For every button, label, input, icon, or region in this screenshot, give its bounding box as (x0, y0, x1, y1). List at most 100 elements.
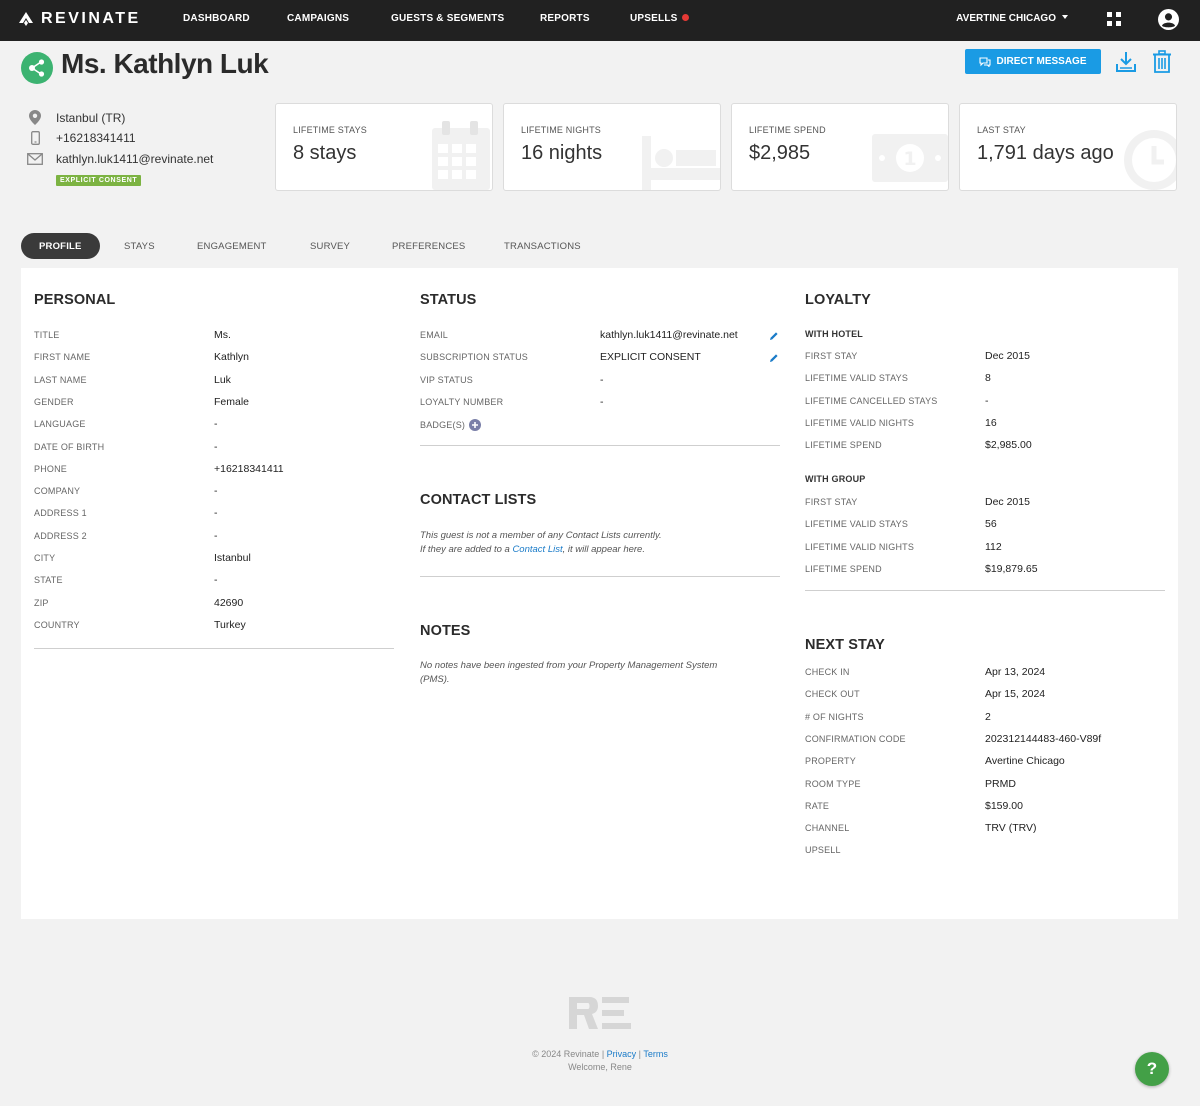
nav-upsells[interactable]: UPSELLS (630, 13, 689, 24)
guest-network-icon (21, 52, 53, 84)
notes-note-line2: (PMS). (420, 674, 450, 685)
consent-badge: EXPLICIT CONSENT (56, 175, 142, 186)
tab-stays[interactable]: STAYS (124, 233, 155, 259)
personal-field-value: Ms. (214, 329, 231, 341)
notes-note: No notes have been ingested from your Pr… (420, 659, 717, 687)
loyalty-hotel-field-label: LIFETIME CANCELLED STAYS (805, 395, 938, 406)
stat-label: LIFETIME SPEND (749, 125, 826, 135)
status-field-value: EXPLICIT CONSENT (600, 351, 701, 364)
personal-divider (34, 648, 394, 649)
status-field-label: VIP STATUS (420, 374, 474, 385)
personal-field-value: - (214, 440, 218, 453)
next-stay-field-value: TRV (TRV) (985, 822, 1037, 835)
tab-transactions[interactable]: TRANSACTIONS (504, 233, 581, 259)
footer-privacy-link[interactable]: Privacy (607, 1049, 637, 1059)
stat-card-lifetime-nights: LIFETIME NIGHTS 16 nights (503, 103, 721, 191)
footer-terms-link[interactable]: Terms (643, 1049, 668, 1059)
add-badge-plus-icon[interactable] (469, 419, 482, 431)
personal-field-value: Luk (214, 373, 231, 386)
direct-message-button[interactable]: DIRECT MESSAGE (965, 49, 1101, 74)
loyalty-hotel-field-value: 16 (985, 416, 997, 429)
next-stay-field-label: PROPERTY (805, 756, 856, 767)
note-text: If they are added to a (420, 544, 513, 555)
next-stay-field-label: UPSELL (805, 845, 841, 856)
personal-field-label: STATE (34, 575, 63, 586)
next-stay-section-title: NEXT STAY (805, 637, 885, 653)
contact-lists-divider (420, 576, 780, 577)
trash-icon[interactable] (1152, 50, 1172, 74)
status-field-value: kathlyn.luk1411@revinate.net (600, 329, 738, 341)
nav-guests-segments[interactable]: GUESTS & SEGMENTS (391, 13, 504, 24)
next-stay-field-label: # OF NIGHTS (805, 711, 864, 722)
loyalty-hotel-field-label: LIFETIME VALID STAYS (805, 373, 909, 384)
tab-engagement[interactable]: ENGAGEMENT (197, 233, 267, 259)
guest-phone-text: +16218341411 (56, 131, 136, 145)
guest-email-text: kathlyn.luk1411@revinate.net (56, 152, 214, 166)
next-stay-field-label: CONFIRMATION CODE (805, 733, 906, 744)
nav-upsells-label: UPSELLS (630, 13, 678, 24)
personal-field-label: COMPANY (34, 486, 81, 497)
personal-field-label: TITLE (34, 330, 60, 340)
nav-campaigns[interactable]: CAMPAIGNS (287, 13, 349, 24)
top-nav: REVINATE DASHBOARD CAMPAIGNS GUESTS & SE… (0, 0, 1200, 41)
loyalty-hotel-field-value: $2,985.00 (985, 439, 1032, 452)
note-text: , it will appear here. (562, 544, 645, 555)
loyalty-with-hotel-heading: WITH HOTEL (805, 329, 863, 339)
personal-field-label: FIRST NAME (34, 352, 91, 363)
nav-dashboard[interactable]: DASHBOARD (183, 13, 250, 24)
contact-lists-section-title: CONTACT LISTS (420, 492, 537, 508)
stat-card-lifetime-spend: 1 LIFETIME SPEND $2,985 (731, 103, 949, 191)
mobile-phone-icon (30, 131, 40, 145)
contact-list-link[interactable]: Contact List (512, 544, 562, 555)
apps-grid-icon[interactable] (1107, 12, 1121, 26)
footer-welcome: Welcome, Rene (568, 1062, 632, 1072)
edit-email-pencil-icon[interactable] (769, 331, 779, 341)
stat-card-lifetime-stays: LIFETIME STAYS 8 stays (275, 103, 493, 191)
guest-location-text: Istanbul (TR) (56, 110, 126, 125)
user-account-icon[interactable] (1158, 9, 1179, 30)
location-pin-icon (29, 110, 41, 125)
personal-field-value: Female (214, 395, 250, 408)
badges-row: BADGE(S) (420, 419, 482, 431)
svg-text:1: 1 (903, 148, 916, 170)
personal-field-value: 42690 (214, 596, 244, 609)
personal-field-label: LAST NAME (34, 374, 87, 385)
guest-location: Istanbul (TR) (26, 110, 125, 125)
loyalty-hotel-field-value: Dec 2015 (985, 350, 1030, 362)
personal-field-value: - (214, 418, 218, 431)
next-stay-field-value: Apr 15, 2024 (985, 688, 1046, 701)
loyalty-hotel-field-value: - (985, 394, 989, 407)
stat-label: LIFETIME NIGHTS (521, 125, 602, 135)
brand-logo[interactable]: REVINATE (18, 10, 141, 28)
personal-field-label: CITY (34, 553, 56, 563)
loyalty-group-field-label: LIFETIME VALID NIGHTS (805, 541, 915, 552)
personal-field-value: - (214, 529, 218, 542)
personal-field-value: Turkey (214, 618, 246, 631)
status-field-value: - (600, 373, 604, 386)
guest-email: kathlyn.luk1411@revinate.net (26, 152, 213, 166)
download-icon[interactable] (1115, 50, 1137, 74)
account-selector[interactable]: AVERTINE CHICAGO (956, 13, 1068, 24)
help-button[interactable]: ? (1135, 1052, 1169, 1086)
personal-field-value: Istanbul (214, 552, 251, 564)
next-stay-field-value: Apr 13, 2024 (985, 666, 1046, 678)
personal-field-value: - (214, 507, 218, 520)
edit-subscription-pencil-icon[interactable] (769, 353, 779, 363)
next-stay-field-value: 202312144483-460-V89f (985, 732, 1102, 745)
loyalty-group-field-value: Dec 2015 (985, 496, 1030, 508)
personal-field-label: ZIP (34, 597, 49, 608)
tab-profile[interactable]: PROFILE (21, 233, 100, 259)
nav-reports[interactable]: REPORTS (540, 13, 590, 24)
stat-value: 1,791 days ago (977, 142, 1114, 164)
personal-field-label: ADDRESS 1 (34, 508, 87, 519)
tab-preferences[interactable]: PREFERENCES (392, 233, 465, 259)
personal-field-value: - (214, 574, 218, 587)
next-stay-field-label: CHANNEL (805, 823, 850, 834)
personal-field-label: ADDRESS 2 (34, 530, 87, 541)
loyalty-hotel-field-label: LIFETIME SPEND (805, 440, 882, 451)
status-field-value: - (600, 395, 604, 408)
stat-value: $2,985 (749, 142, 811, 164)
guest-phone: +16218341411 (26, 131, 136, 145)
tab-survey[interactable]: SURVEY (310, 233, 350, 259)
status-field-label: EMAIL (420, 330, 449, 340)
